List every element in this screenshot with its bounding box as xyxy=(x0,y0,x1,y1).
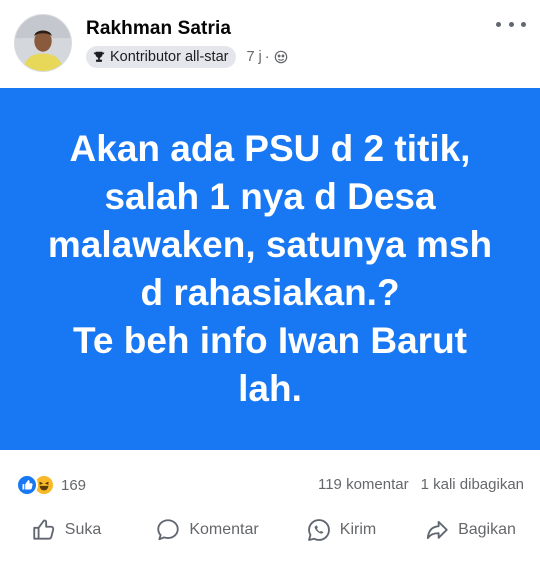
separator-dot: · xyxy=(264,49,270,65)
contributor-badge[interactable]: Kontributor all-star xyxy=(86,46,237,68)
more-dot xyxy=(521,21,526,27)
comment-label: Komentar xyxy=(189,521,259,538)
reaction-count: 169 xyxy=(61,476,87,494)
share-count[interactable]: 1 kali dibagikan xyxy=(421,476,524,493)
comment-button[interactable]: Komentar xyxy=(132,508,282,552)
like-icon xyxy=(16,474,38,496)
send-label: Kirim xyxy=(339,521,377,538)
comment-icon xyxy=(157,519,179,541)
like-button[interactable]: Suka xyxy=(0,508,132,552)
reactions-summary[interactable]: 169 xyxy=(16,474,86,496)
post-stats: 169 119 komentar 1 kali dibagikan xyxy=(0,466,540,502)
post-meta: Kontributor all-star 7 j · xyxy=(86,46,288,68)
avatar-image xyxy=(15,15,71,71)
share-button[interactable]: Bagikan xyxy=(400,508,540,552)
more-dot xyxy=(508,21,514,27)
trophy-icon xyxy=(93,51,105,62)
author-name[interactable]: Rakhman Satria xyxy=(86,18,231,40)
like-label: Suka xyxy=(64,521,102,538)
post-content[interactable]: Akan ada PSU d 2 titik, salah 1 nya d De… xyxy=(0,88,540,450)
send-button[interactable]: Kirim xyxy=(282,508,400,552)
badge-label: Kontributor all-star xyxy=(110,49,229,65)
engagement-counts: 119 komentar 1 kali dibagikan xyxy=(318,476,524,493)
post-text: Akan ada PSU d 2 titik, salah 1 nya d De… xyxy=(47,128,493,409)
whatsapp-icon xyxy=(307,519,330,541)
share-icon xyxy=(426,520,448,540)
globe-icon xyxy=(274,50,287,64)
avatar[interactable] xyxy=(14,14,72,72)
share-label: Bagikan xyxy=(458,521,516,538)
more-options-icon[interactable] xyxy=(496,14,526,34)
comment-count[interactable]: 119 komentar xyxy=(318,476,409,493)
post-header: Rakhman Satria Kontributor all-star 7 j … xyxy=(0,0,540,88)
count-spacer xyxy=(409,476,421,493)
more-dot xyxy=(496,21,501,27)
action-bar: Suka Komentar Kirim Bagikan xyxy=(0,508,540,552)
post-time[interactable]: 7 j · xyxy=(246,49,287,65)
time-label: 7 j xyxy=(246,49,262,65)
thumbs-up-icon xyxy=(33,519,54,540)
